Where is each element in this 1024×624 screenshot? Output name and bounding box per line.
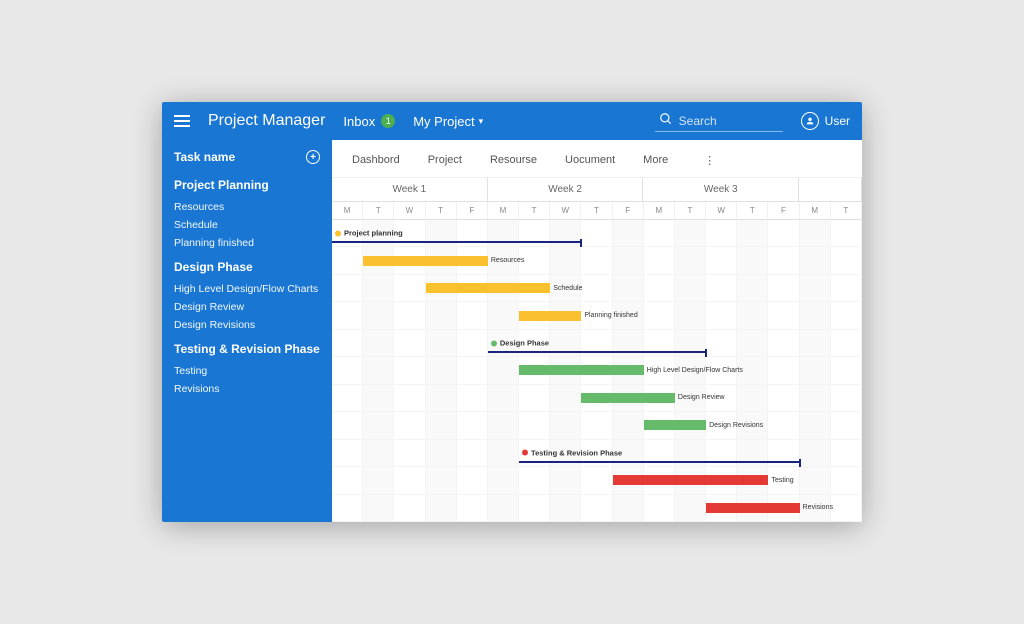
day-header: F xyxy=(457,202,488,220)
tab[interactable]: Project xyxy=(428,154,462,167)
user-menu[interactable]: User xyxy=(801,112,850,130)
chevron-down-icon: ▾ xyxy=(479,116,484,127)
sidebar: Task name + Project Planning ResourcesSch… xyxy=(162,140,332,522)
phase-dot-icon xyxy=(522,450,528,456)
day-header: T xyxy=(426,202,457,220)
day-header: M xyxy=(644,202,675,220)
main-body: Task name + Project PlanningResourcesSch… xyxy=(162,140,862,522)
day-header: T xyxy=(737,202,768,220)
gantt-bar[interactable]: Design Review xyxy=(581,393,675,403)
gantt-row: Resources xyxy=(332,247,862,274)
inbox-label: Inbox xyxy=(343,114,375,129)
top-bar: Project Manager Inbox 1 My Project ▾ Use… xyxy=(162,102,862,140)
tab[interactable]: Resourse xyxy=(490,154,537,167)
gantt-bar[interactable]: Revisions xyxy=(706,503,800,513)
day-header: T xyxy=(675,202,706,220)
gantt-row: Planning finished xyxy=(332,302,862,329)
gantt-row: Testing xyxy=(332,467,862,494)
sidebar-item[interactable]: Design Revisions xyxy=(174,316,320,334)
menu-icon[interactable] xyxy=(174,115,190,127)
gantt-phase-bracket xyxy=(488,351,706,353)
gantt-bar-label: Testing xyxy=(771,477,793,484)
gantt-phase-bracket xyxy=(332,241,581,243)
gantt-row: Schedule xyxy=(332,275,862,302)
gantt-row: High Level Design/Flow Charts xyxy=(332,357,862,384)
gantt-row: Testing & Revision Phase xyxy=(332,440,862,467)
project-dropdown-label: My Project xyxy=(413,114,474,129)
day-header: W xyxy=(706,202,737,220)
gantt-bar-label: Revisions xyxy=(803,504,833,511)
days-header: MTWTFMTWTFMTWTFMT xyxy=(332,202,862,220)
gantt-phase-label[interactable]: Design Phase xyxy=(488,339,549,348)
sidebar-item[interactable]: Resources xyxy=(174,198,320,216)
gantt-bar-label: Design Review xyxy=(678,394,725,401)
gantt-bar[interactable]: Schedule xyxy=(426,283,551,293)
gantt-bar[interactable]: Design Revisions xyxy=(644,420,706,430)
sidebar-item[interactable]: Planning finished xyxy=(174,234,320,252)
week-header: Week 2 xyxy=(488,178,644,201)
gantt-phase-label[interactable]: Project planning xyxy=(332,229,403,238)
gantt-bar[interactable]: Testing xyxy=(613,475,769,485)
day-header: W xyxy=(550,202,581,220)
sidebar-item[interactable]: Design Review xyxy=(174,298,320,316)
week-header: Week 3 xyxy=(643,178,799,201)
sidebar-group-title[interactable]: Testing & Revision Phase xyxy=(174,342,320,356)
add-task-button[interactable]: + xyxy=(306,150,320,164)
gantt-phase-label[interactable]: Testing & Revision Phase xyxy=(519,448,622,457)
day-header: T xyxy=(831,202,862,220)
day-header: M xyxy=(488,202,519,220)
sidebar-item[interactable]: Testing xyxy=(174,362,320,380)
day-header: F xyxy=(613,202,644,220)
inbox-badge: 1 xyxy=(381,114,395,128)
app-window: Project Manager Inbox 1 My Project ▾ Use… xyxy=(162,102,862,522)
day-header: M xyxy=(800,202,831,220)
search-icon xyxy=(659,112,673,129)
task-name-label: Task name xyxy=(174,150,235,164)
tabs-bar: Dashbord Project Resourse Uocument More ⋮ xyxy=(332,140,862,178)
gantt-bar-label: Design Revisions xyxy=(709,422,763,429)
day-header: W xyxy=(394,202,425,220)
search-field[interactable] xyxy=(655,110,783,132)
day-header: T xyxy=(519,202,550,220)
tab[interactable]: More xyxy=(643,154,668,167)
gantt-bar-label: Resources xyxy=(491,257,524,264)
phase-dot-icon xyxy=(335,230,341,236)
gantt-row: Design Phase xyxy=(332,330,862,357)
weeks-header: Week 1Week 2Week 3 xyxy=(332,178,862,202)
gantt-bar-label: High Level Design/Flow Charts xyxy=(647,367,743,374)
sidebar-item[interactable]: High Level Design/Flow Charts xyxy=(174,280,320,298)
search-input[interactable] xyxy=(679,114,779,128)
day-header: M xyxy=(332,202,363,220)
sidebar-group-title[interactable]: Project Planning xyxy=(174,178,320,192)
gantt-row: Revisions xyxy=(332,495,862,522)
day-header: T xyxy=(581,202,612,220)
phase-dot-icon xyxy=(491,340,497,346)
gantt-bar[interactable]: Resources xyxy=(363,256,488,266)
main-panel: Dashbord Project Resourse Uocument More ⋮ We… xyxy=(332,140,862,522)
gantt-row: Design Revisions xyxy=(332,412,862,439)
gantt-bar-label: Planning finished xyxy=(584,312,637,319)
task-name-header: Task name + xyxy=(174,150,320,164)
gantt-bar-label: Schedule xyxy=(553,285,582,292)
app-title: Project Manager xyxy=(208,112,325,130)
gantt-phase-bracket xyxy=(519,461,800,463)
gantt-row: Project planning xyxy=(332,220,862,247)
day-header: T xyxy=(363,202,394,220)
tab[interactable]: Dashbord xyxy=(352,154,400,167)
inbox-button[interactable]: Inbox 1 xyxy=(343,114,395,129)
user-label: User xyxy=(825,114,850,128)
gantt-row: Design Review xyxy=(332,385,862,412)
day-header: F xyxy=(768,202,799,220)
gantt-bar[interactable]: High Level Design/Flow Charts xyxy=(519,365,644,375)
sidebar-item[interactable]: Revisions xyxy=(174,380,320,398)
week-header: Week 1 xyxy=(332,178,488,201)
project-dropdown[interactable]: My Project ▾ xyxy=(413,114,483,129)
gantt-chart[interactable]: Project planning Resources Schedule Plannin… xyxy=(332,220,862,522)
gantt-bar[interactable]: Planning finished xyxy=(519,311,581,321)
tab[interactable]: Uocument xyxy=(565,154,615,167)
sidebar-group-title[interactable]: Design Phase xyxy=(174,260,320,274)
user-icon xyxy=(801,112,819,130)
sidebar-item[interactable]: Schedule xyxy=(174,216,320,234)
more-menu-icon[interactable]: ⋮ xyxy=(704,154,715,167)
